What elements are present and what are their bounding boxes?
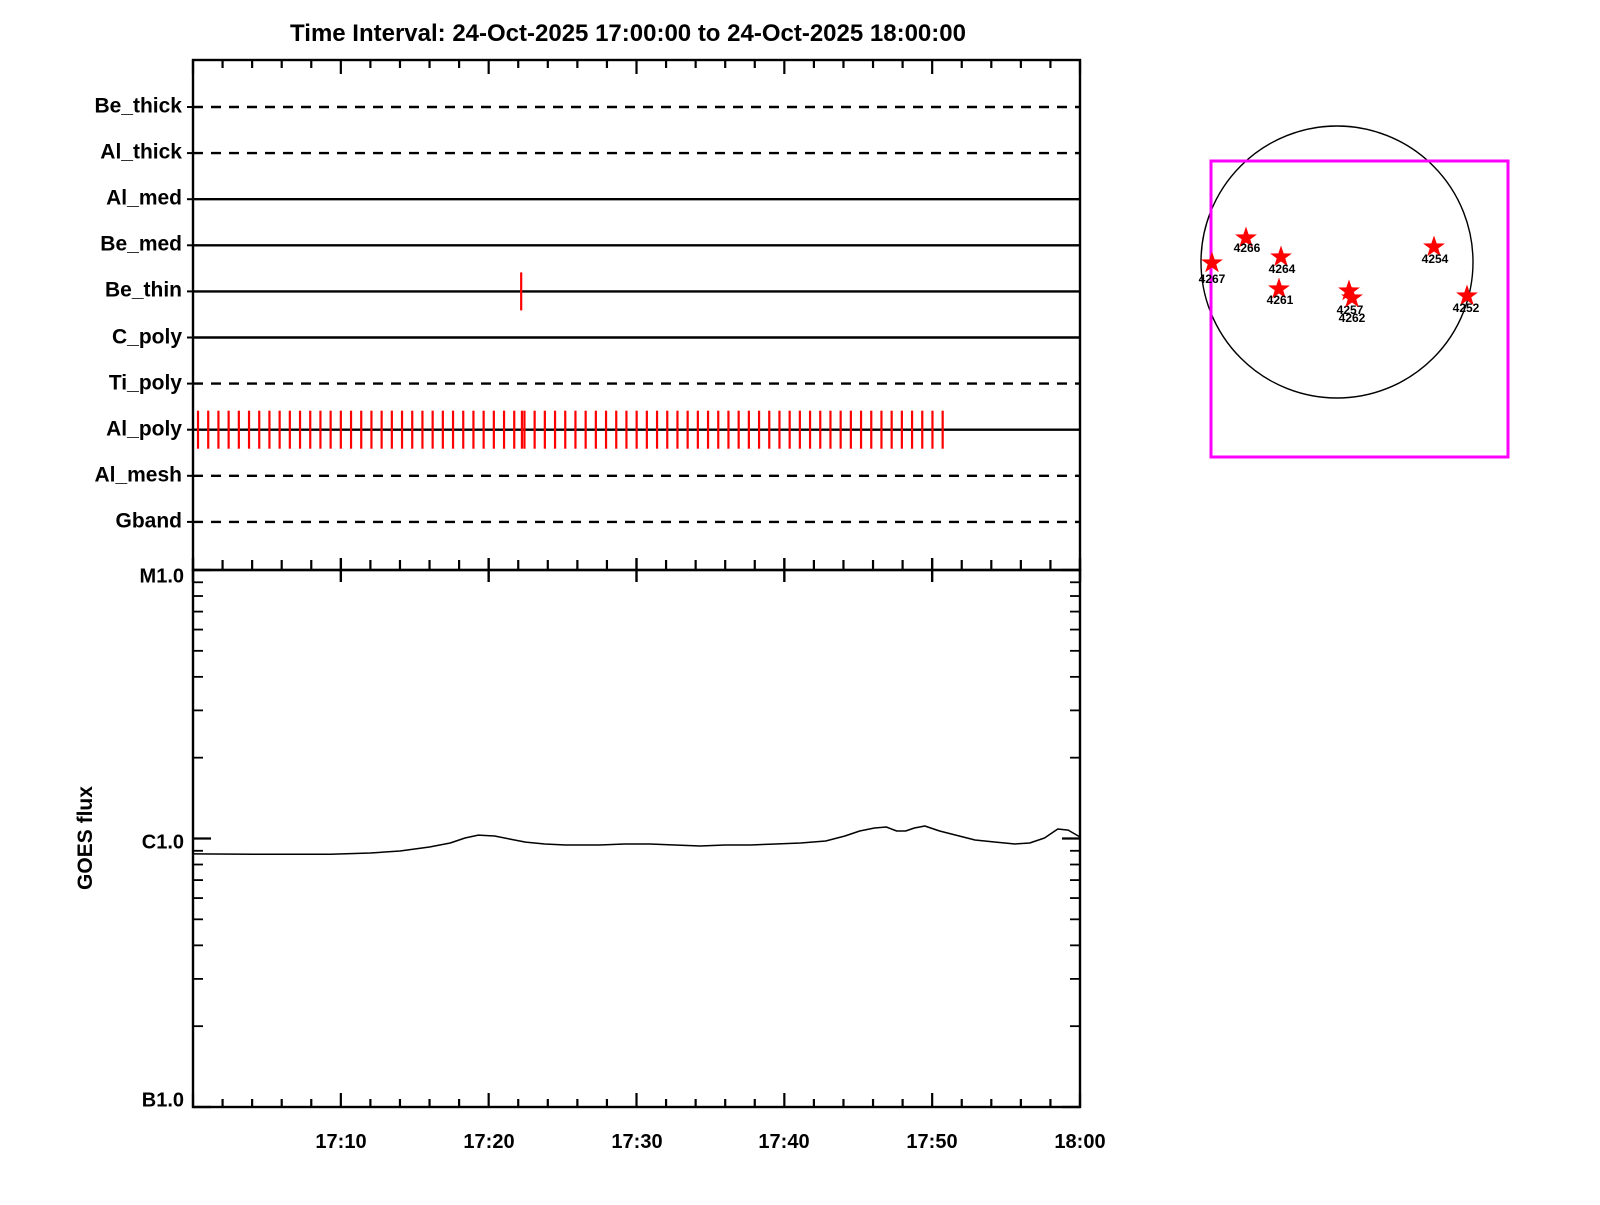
screenshot-root: { "title": "Time Interval: 24-Oct-2025 1… [0, 0, 1600, 1200]
active-region-label: 4266 [1234, 241, 1261, 255]
xtick-1800: 18:00 [1054, 1131, 1105, 1153]
ytick-c1: C1.0 [142, 831, 184, 853]
ytick-b1: B1.0 [142, 1089, 184, 1111]
active-region-label: 4264 [1269, 262, 1296, 276]
filter-label-c-poly: C_poly [112, 326, 182, 349]
figure-title: Time Interval: 24-Oct-2025 17:00:00 to 2… [290, 20, 966, 47]
xtick-1740: 17:40 [758, 1131, 809, 1153]
filter-timeline-panel: Be_thick Al_thick Al_med Be_med Be_thin … [94, 60, 1080, 582]
active-region-label: 4261 [1267, 293, 1294, 307]
filter-label-be-med: Be_med [100, 233, 182, 256]
filter-label-be-thick: Be_thick [94, 95, 182, 118]
exposure-marks [198, 272, 943, 448]
xtick-1730: 17:30 [611, 1131, 662, 1153]
goes-flux-curve [193, 826, 1080, 854]
solar-map: 42674266426442614257426242544252 [1199, 126, 1508, 457]
active-region-label: 4262 [1339, 311, 1366, 325]
active-region-label: 4267 [1199, 272, 1226, 286]
filter-label-gband: Gband [116, 510, 183, 533]
timeline-panel-border [193, 60, 1080, 570]
figure-canvas: Time Interval: 24-Oct-2025 17:00:00 to 2… [0, 0, 1600, 1200]
active-region-label: 4252 [1453, 301, 1480, 315]
goes-panel: M1.0 C1.0 B1.0 GOES flux 17:10 17:20 17:… [74, 565, 1106, 1153]
filter-label-al-mesh: Al_mesh [94, 464, 182, 487]
xtick-1710: 17:10 [315, 1131, 366, 1153]
goes-axis-ticks [193, 570, 1080, 1107]
timeline-rows [187, 107, 1080, 522]
goes-flux-line [193, 826, 1080, 854]
active-region-label: 4254 [1422, 252, 1449, 266]
filter-label-al-thick: Al_thick [100, 141, 182, 164]
xtick-1720: 17:20 [463, 1131, 514, 1153]
ytick-m1: M1.0 [140, 565, 184, 587]
active-region-stars: 42674266426442614257426242544252 [1199, 227, 1480, 326]
filter-label-ti-poly: Ti_poly [109, 372, 182, 395]
filter-label-al-poly: Al_poly [106, 418, 182, 441]
xtick-1750: 17:50 [906, 1131, 957, 1153]
timeline-axis-ticks [193, 60, 1080, 582]
filter-label-al-med: Al_med [106, 187, 182, 210]
filter-label-be-thin: Be_thin [105, 279, 182, 302]
goes-panel-border [193, 570, 1080, 1107]
goes-y-axis-label: GOES flux [74, 786, 97, 890]
